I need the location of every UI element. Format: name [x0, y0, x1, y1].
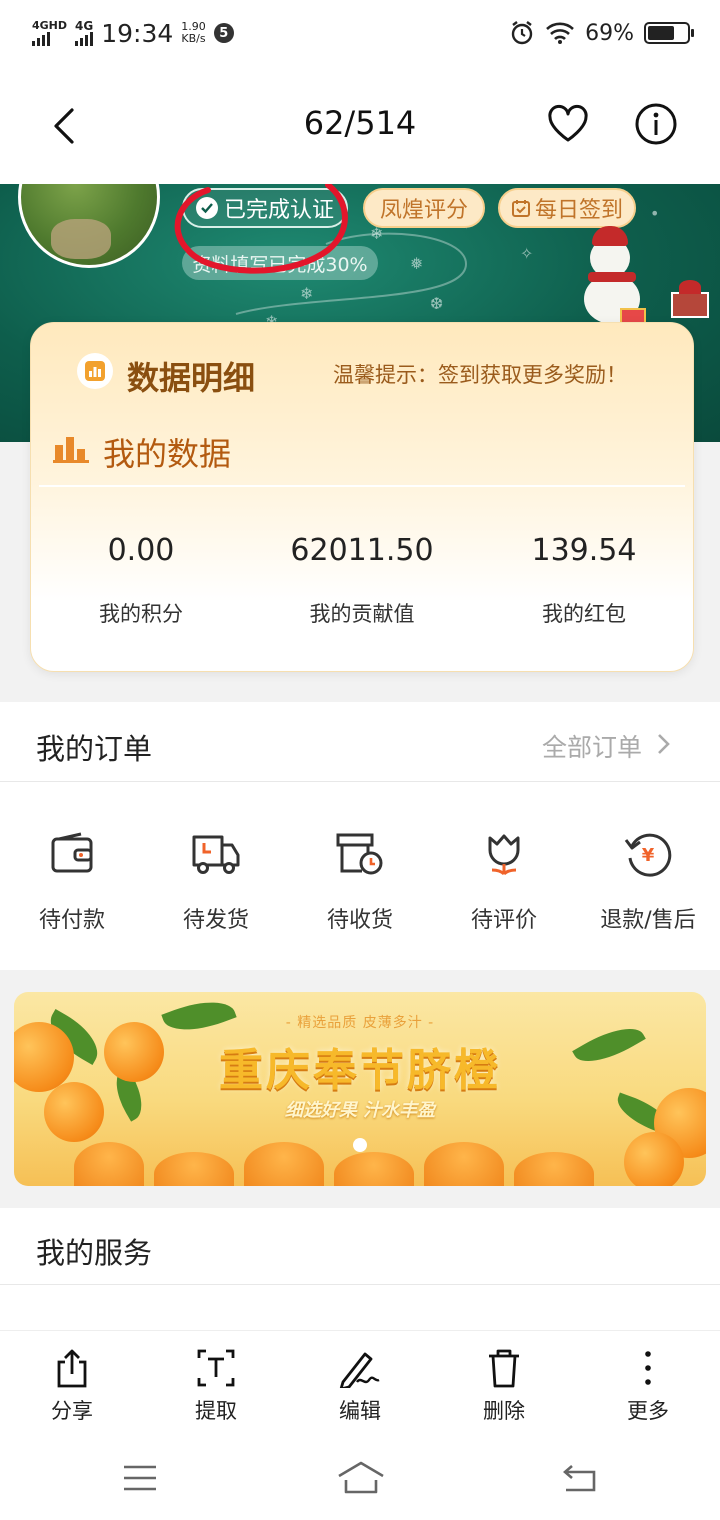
stat-points[interactable]: 0.00 我的积分 [41, 533, 241, 628]
rating-button[interactable]: 凤煌评分 [363, 188, 485, 228]
stat-label: 我的积分 [99, 602, 183, 626]
extract-label: 提取 [195, 1399, 237, 1423]
bar-chart-icon [53, 437, 89, 463]
stat-label: 我的红包 [542, 602, 626, 626]
order-refund-aftersale[interactable]: ¥ 退款/售后 [578, 826, 718, 934]
order-pending-payment[interactable]: 待付款 [2, 826, 142, 934]
more-vertical-icon [645, 1351, 651, 1385]
trash-icon [489, 1349, 519, 1388]
card-tip: 温馨提示：签到获取更多奖励！ [333, 363, 627, 387]
orders-title: 我的订单 [36, 732, 153, 766]
calendar-check-icon [511, 200, 530, 217]
stat-contribution[interactable]: 62011.50 我的贡献值 [262, 533, 462, 628]
edit-pen-icon [339, 1352, 380, 1388]
orders-divider [0, 781, 720, 782]
carousel-dot[interactable] [353, 1138, 367, 1152]
order-label: 待发货 [182, 908, 249, 933]
order-label: 待收货 [326, 908, 393, 933]
services-divider [0, 1284, 720, 1285]
battery-icon [644, 22, 694, 44]
santa-chimney-illustration [665, 280, 715, 318]
status-bar: 4GHD 4G 19:34 1.90 KB/s 5 69% [0, 0, 720, 66]
avatar[interactable] [18, 184, 160, 268]
orders-section: 我的订单 全部订单 待付款 待发货 待收货 待评价 ¥ 退款/售后 [0, 702, 720, 970]
wifi-icon [546, 22, 574, 44]
all-orders-link[interactable]: 全部订单 [542, 728, 642, 764]
order-pending-receipt[interactable]: 待收货 [290, 826, 430, 934]
truck-icon [192, 835, 240, 874]
system-nav-bar [0, 1430, 720, 1520]
daily-signin-button[interactable]: 每日签到 [498, 188, 636, 228]
box-clock-icon [336, 833, 383, 875]
promo-title: 重庆奉节脐橙 [219, 1045, 501, 1096]
wallet-icon [51, 832, 93, 873]
order-label: 待付款 [38, 908, 105, 933]
card-title: 数据明细 [127, 359, 256, 397]
bottom-toolbar: 分享 提取 编辑 删除 更多 [0, 1330, 720, 1430]
card-divider [39, 485, 685, 487]
delete-button[interactable]: 删除 [449, 1347, 559, 1425]
info-icon[interactable] [634, 102, 678, 146]
menu-icon[interactable] [122, 1464, 158, 1492]
more-label: 更多 [627, 1399, 669, 1423]
all-orders-label: 全部订单 [541, 733, 642, 762]
more-button[interactable]: 更多 [593, 1347, 703, 1425]
stat-red-packet[interactable]: 139.54 我的红包 [484, 533, 684, 628]
notification-count-badge: 5 [213, 23, 234, 43]
favorite-heart-icon[interactable] [546, 104, 590, 144]
svg-text:¥: ¥ [642, 845, 655, 866]
promo-banner[interactable]: - 精选品质 皮薄多汁 - 重庆奉节脐橙 细选好果 汁水丰盈 [14, 992, 706, 1186]
chevron-right-icon[interactable] [656, 732, 672, 756]
order-label: 待评价 [470, 908, 537, 933]
stat-label: 我的贡献值 [309, 602, 415, 626]
order-pending-shipment[interactable]: 待发货 [146, 826, 286, 934]
top-nav-bar: 62/514 [0, 66, 720, 184]
red-scribble-annotation [174, 184, 348, 274]
extract-button[interactable]: 提取 [161, 1347, 271, 1425]
promo-subtitle: - 精选品质 皮薄多汁 - [285, 1015, 435, 1031]
order-pending-review[interactable]: 待评价 [434, 826, 574, 934]
signal-indicator-1: 4GHD [32, 20, 67, 46]
chart-icon [77, 353, 113, 389]
share-icon [57, 1349, 87, 1388]
image-counter: 62/514 [303, 104, 417, 142]
services-section: 我的服务 [0, 1208, 720, 1330]
battery-percent: 69% [585, 20, 634, 46]
promo-slogan: 细选好果 汁水丰盈 [284, 1100, 436, 1121]
data-detail-card: 数据明细 温馨提示：签到获取更多奖励！ 我的数据 0.00 我的积分 62011… [30, 322, 694, 672]
my-data-heading: 我的数据 [103, 435, 232, 473]
edit-button[interactable]: 编辑 [305, 1347, 415, 1425]
share-button[interactable]: 分享 [17, 1347, 127, 1425]
network-speed: 1.90 KB/s [181, 21, 206, 45]
signal-indicator-2: 4G [75, 20, 93, 46]
order-label: 退款/售后 [600, 908, 696, 933]
snowman-illustration [580, 224, 650, 334]
delete-label: 删除 [483, 1399, 525, 1423]
clock: 19:34 [101, 18, 174, 48]
services-title: 我的服务 [36, 1236, 153, 1270]
back-icon[interactable] [560, 1464, 598, 1492]
share-label: 分享 [51, 1399, 93, 1423]
edit-label: 编辑 [339, 1399, 381, 1423]
home-icon[interactable] [336, 1460, 386, 1494]
alarm-icon [511, 21, 533, 45]
refund-icon: ¥ [624, 833, 672, 877]
stat-value: 62011.50 [290, 533, 434, 568]
speed-unit: KB/s [181, 32, 206, 45]
stat-value: 0.00 [107, 533, 175, 568]
tulip-icon [488, 834, 520, 876]
text-extract-icon [197, 1349, 235, 1387]
stat-value: 139.54 [531, 533, 637, 568]
network-type-2: 4G [75, 19, 94, 33]
network-type-1: 4GHD [32, 19, 68, 32]
signin-label: 每日签到 [534, 198, 623, 223]
